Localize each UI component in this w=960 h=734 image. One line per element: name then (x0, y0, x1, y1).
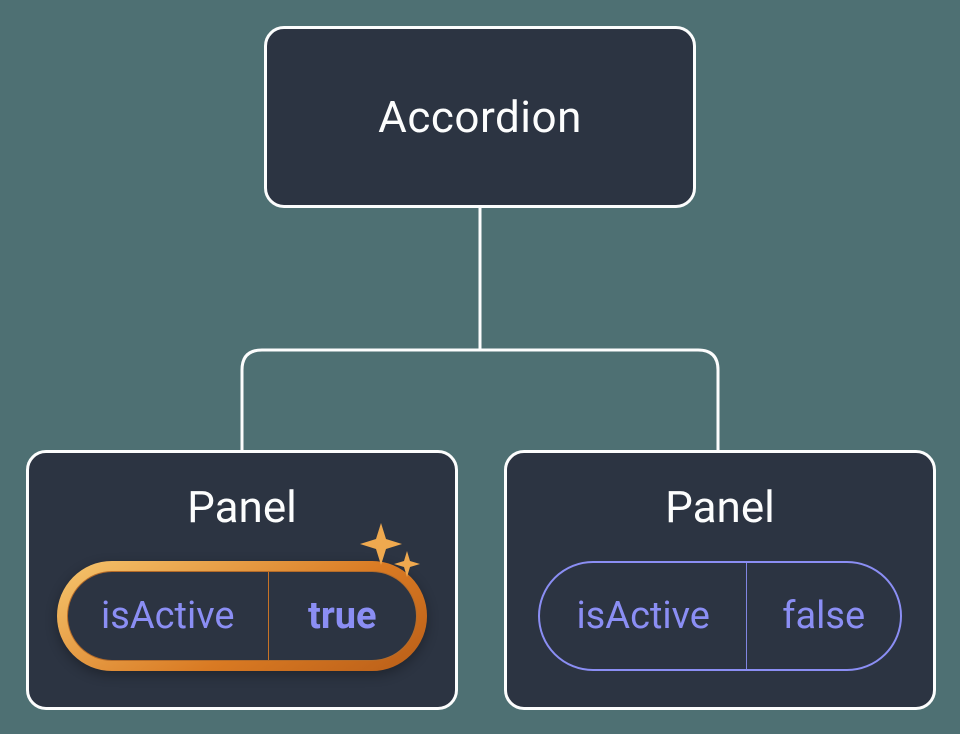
panel-label: Panel (187, 481, 297, 533)
state-pill-inactive: isActive false (538, 561, 902, 671)
pill-divider (746, 563, 747, 669)
sparkle-icon (353, 517, 423, 587)
panel-label: Panel (665, 481, 775, 533)
root-node-accordion: Accordion (264, 26, 696, 208)
state-key: isActive (68, 572, 268, 660)
panel-node-left: Panel isActive true (26, 450, 458, 710)
state-pill-active: isActive true (57, 561, 427, 671)
root-label: Accordion (378, 91, 582, 143)
state-key: isActive (540, 563, 746, 669)
panel-node-right: Panel isActive false (504, 450, 936, 710)
pill-divider (268, 572, 269, 660)
state-value: false (747, 563, 900, 669)
